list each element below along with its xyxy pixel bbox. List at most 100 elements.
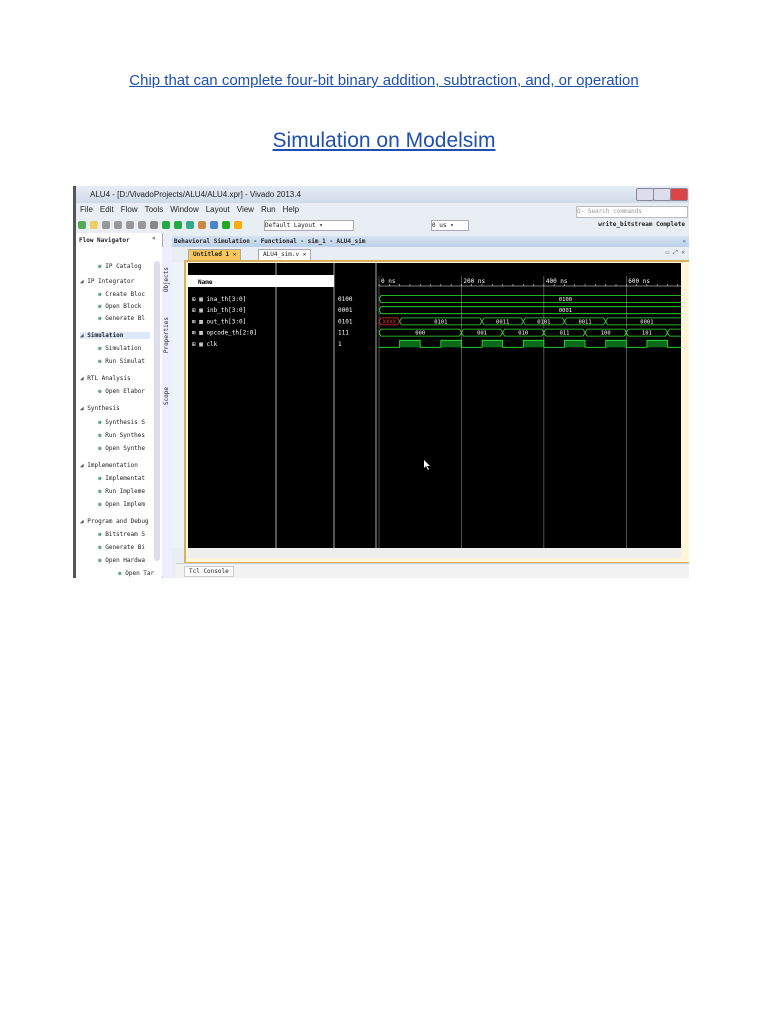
nav-item-label: Open Hardwa	[105, 557, 145, 564]
nav-item[interactable]: ● Open Elabor	[98, 388, 145, 395]
signal-name: ⊞ ▦ inb_th[3:0]	[192, 307, 246, 314]
properties-tab[interactable]: Properties	[163, 317, 170, 353]
layout-select[interactable]: Default Layout ▾	[264, 220, 354, 231]
nav-item[interactable]: ◢ RTL Analysis	[80, 375, 131, 382]
signal-name: ⊞ ▦ opcode_th[2:0]	[192, 330, 257, 337]
vivado-screenshot: ALU4 - [D:/VivadoProjects/ALU4/ALU4.xpr]…	[73, 186, 689, 578]
bus-segment	[378, 306, 689, 315]
nav-item-label: RTL Analysis	[87, 375, 131, 382]
toolbar-icon[interactable]	[126, 221, 134, 229]
signal-name: ⊞ ▦ out_th[3:0]	[192, 318, 246, 325]
nav-item[interactable]: ● Open Block	[98, 303, 141, 310]
nav-item[interactable]: ● Open Tar	[118, 570, 154, 577]
collapse-icon[interactable]: «	[152, 235, 156, 242]
nav-item[interactable]: ● Generate Bl	[98, 315, 145, 322]
toolbar-icon[interactable]	[174, 221, 182, 229]
nav-item[interactable]: ● Run Simulat	[98, 358, 145, 365]
nav-item[interactable]: ● Synthesis S	[98, 419, 145, 426]
menu-tools[interactable]: Tools	[145, 205, 164, 214]
flow-navigator: Flow Navigator « ● IP Catalog ◢ IP Integr…	[76, 233, 163, 578]
nav-item[interactable]: ● Generate Bi	[98, 544, 145, 551]
bus-value: 001	[477, 331, 487, 337]
search-commands-input[interactable]: Q- Search commands	[576, 206, 688, 218]
menu-layout[interactable]: Layout	[206, 205, 230, 214]
heading-simulation[interactable]: Simulation on Modelsim	[0, 129, 768, 153]
nav-item[interactable]: ● Run Synthes	[98, 432, 145, 439]
tab-label: Untitled 1	[193, 251, 230, 258]
menu-file[interactable]: File	[80, 205, 93, 214]
nav-item-label: Synthesis	[87, 405, 120, 412]
nav-item-label: IP Integrator	[87, 278, 135, 285]
toolbar-icon[interactable]	[78, 221, 86, 229]
menu-edit[interactable]: Edit	[100, 205, 114, 214]
nav-item[interactable]: ◢ Program and Debug	[80, 518, 149, 525]
time-tick-label: 400 ns	[546, 278, 568, 285]
clock-high	[605, 340, 627, 348]
bus-value: 100	[601, 331, 611, 337]
waveform-svg: NameValue0 ns200 ns400 ns600 ns800 ns800…	[188, 263, 689, 548]
nav-item[interactable]: ● Simulation	[98, 345, 141, 352]
nav-item[interactable]: ● Open Synthe	[98, 445, 145, 452]
bus-value: 0001	[640, 319, 653, 325]
nav-item-label: Create Bloc	[105, 291, 145, 298]
nav-item[interactable]: ◢ Simulation	[80, 332, 150, 339]
heading-chip-description[interactable]: Chip that can complete four-bit binary a…	[0, 72, 768, 89]
nav-item-label: Simulation	[105, 345, 142, 352]
nav-item[interactable]: ◢ Implementation	[80, 462, 138, 469]
scope-tab[interactable]: Scope	[163, 387, 170, 405]
menu-run[interactable]: Run	[261, 205, 276, 214]
wave-window: NameValue0 ns200 ns400 ns600 ns800 ns800…	[188, 263, 689, 548]
nav-item[interactable]: ◢ IP Integrator	[80, 278, 134, 285]
nav-item[interactable]: ● Implementat	[98, 475, 145, 482]
toolbar-icon[interactable]	[162, 221, 170, 229]
objects-tab[interactable]: Objects	[163, 267, 170, 292]
status-text: write_bitstream Complete	[598, 221, 685, 228]
bus-value: 101	[642, 331, 652, 337]
close-sim-icon[interactable]: ✕	[682, 236, 686, 247]
nav-item[interactable]: ◢ Synthesis	[80, 405, 120, 412]
toolbar-icon[interactable]	[210, 221, 218, 229]
close-button[interactable]	[670, 188, 688, 201]
nav-item[interactable]: ● Create Bloc	[98, 291, 145, 298]
menu-flow[interactable]: Flow	[121, 205, 138, 214]
toolbar-icon[interactable]	[102, 221, 110, 229]
menu-help[interactable]: Help	[283, 205, 299, 214]
simulation-header-text: Behavioral Simulation - Functional - sim…	[174, 238, 366, 245]
toolbar-icon[interactable]	[150, 221, 158, 229]
menu-view[interactable]: View	[237, 205, 254, 214]
nav-item-label: Implementat	[105, 475, 145, 482]
maximize-button[interactable]	[653, 188, 671, 201]
toolbar-icon[interactable]	[222, 221, 230, 229]
nav-item[interactable]: ● Bitstream S	[98, 531, 145, 538]
nav-item[interactable]: ● IP Catalog	[98, 263, 141, 270]
clock-high	[646, 340, 668, 348]
nav-item[interactable]: ● Run Impleme	[98, 488, 145, 495]
clock-high	[399, 340, 421, 348]
tcl-console-tab[interactable]: Tcl Console	[184, 566, 234, 577]
nav-item[interactable]: ● Open Implem	[98, 501, 145, 508]
time-tick-label: 200 ns	[463, 278, 485, 285]
clock-high	[523, 340, 544, 348]
clock-high	[440, 340, 462, 348]
nav-scrollbar[interactable]	[154, 261, 160, 561]
nav-item-label: Bitstream S	[105, 531, 145, 538]
window-controls-icon[interactable]: ▭ ⤢ ✕	[666, 249, 685, 257]
simulation-header: Behavioral Simulation - Functional - sim…	[172, 236, 689, 247]
nav-item-label: IP Catalog	[105, 263, 142, 270]
nav-item[interactable]: ● Open Hardwa	[98, 557, 145, 564]
bus-value: 010	[518, 331, 528, 337]
toolbar-icon[interactable]	[90, 221, 98, 229]
toolbar-icon[interactable]	[114, 221, 122, 229]
toolbar-icon[interactable]	[186, 221, 194, 229]
wave-scrollbars[interactable]	[188, 548, 681, 558]
toolbar-icon[interactable]	[198, 221, 206, 229]
time-tick-label: 0 ns	[381, 278, 396, 285]
run-time-input[interactable]: 0 us ▾	[431, 220, 469, 231]
menu-window[interactable]: Window	[170, 205, 198, 214]
toolbar-icon[interactable]	[138, 221, 146, 229]
signal-value: 0101	[338, 318, 353, 325]
toolbar-icon[interactable]	[234, 221, 242, 229]
wave-tabs: Untitled 1 ✕ ALU4_sim.v ✕ ▭ ⤢ ✕	[188, 248, 689, 261]
minimize-button[interactable]	[636, 188, 654, 201]
mouse-pointer-icon	[424, 460, 430, 470]
